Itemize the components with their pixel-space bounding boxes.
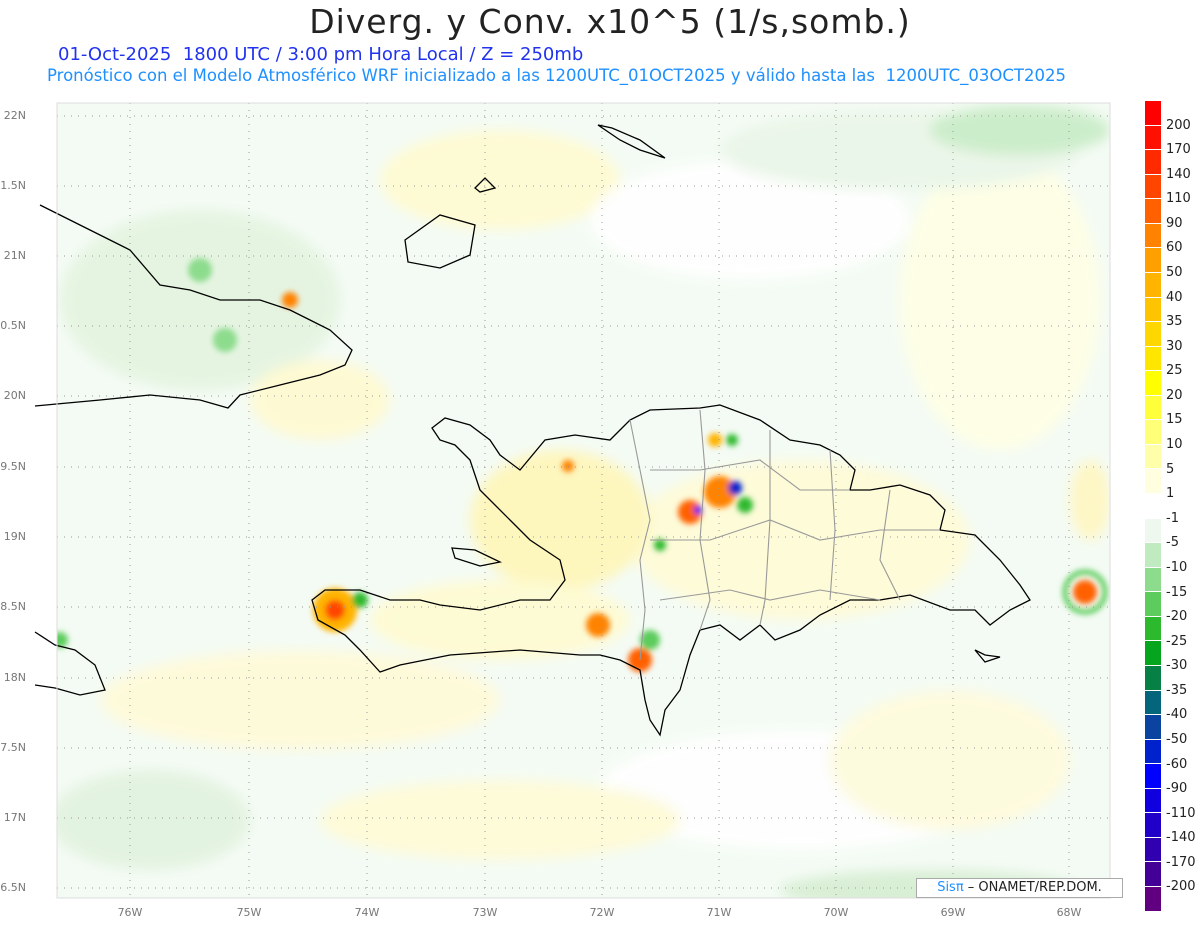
lat-label: 0.5N: [0, 319, 26, 332]
colorbar-swatch: [1145, 494, 1161, 519]
colorbar-label: 140: [1166, 166, 1191, 182]
colorbar-swatch: [1145, 715, 1161, 740]
colorbar-swatch: [1145, 518, 1161, 544]
colorbar-label: -15: [1166, 584, 1188, 600]
colorbar-label: -20: [1166, 609, 1188, 625]
colorbar-label: -25: [1166, 633, 1188, 649]
colorbar-label: 50: [1166, 265, 1183, 281]
colorbar-swatch: [1145, 592, 1161, 617]
colorbar-label: 1: [1166, 486, 1175, 502]
colorbar-label: -1: [1166, 510, 1179, 526]
colorbar-label: -90: [1166, 781, 1188, 797]
colorbar-swatch: [1145, 297, 1161, 323]
colorbar-label: -200: [1166, 879, 1196, 895]
colorbar-swatch: [1145, 420, 1161, 445]
lon-label: 75W: [236, 906, 262, 919]
colorbar-swatch: [1145, 395, 1161, 421]
lat-label: 8.5N: [0, 600, 26, 613]
lat-label: 1.5N: [0, 179, 26, 192]
colorbar-swatch: [1145, 887, 1161, 912]
lon-label: 69W: [940, 906, 966, 919]
colorbar-swatch: [1145, 543, 1161, 568]
colorbar-swatch: [1145, 371, 1161, 396]
lat-label: 17N: [3, 811, 26, 824]
colorbar-swatch: [1145, 837, 1161, 863]
colorbar-swatch: [1145, 101, 1161, 126]
colorbar-swatch: [1145, 813, 1161, 838]
colorbar-label: 5: [1166, 461, 1175, 477]
colorbar-label: -60: [1166, 756, 1188, 772]
colorbar-label: -50: [1166, 731, 1188, 747]
colorbar-label: 25: [1166, 363, 1183, 379]
colorbar-swatch: [1145, 346, 1161, 372]
colorbar: [1145, 101, 1161, 912]
colorbar-swatch: [1145, 272, 1161, 298]
lat-label: 19N: [3, 530, 26, 543]
colorbar-label: 20: [1166, 387, 1183, 403]
lon-label: 72W: [589, 906, 615, 919]
colorbar-label: -30: [1166, 658, 1188, 674]
colorbar-label: -10: [1166, 559, 1188, 575]
colorbar-swatch: [1145, 223, 1161, 249]
chart-title: Diverg. y Conv. x10^5 (1/s,somb.): [309, 2, 911, 41]
colorbar-swatch: [1145, 641, 1161, 666]
colorbar-swatch: [1145, 665, 1161, 691]
colorbar-swatch: [1145, 690, 1161, 716]
colorbar-swatch: [1145, 788, 1161, 814]
colorbar-label: 90: [1166, 215, 1183, 231]
colorbar-label: -40: [1166, 707, 1188, 723]
colorbar-label: 200: [1166, 117, 1191, 133]
colorbar-label: -110: [1166, 805, 1196, 821]
lon-label: 74W: [354, 906, 380, 919]
sispi-logo: Sisπ: [937, 880, 964, 895]
colorbar-label: 10: [1166, 437, 1183, 453]
colorbar-swatch: [1145, 862, 1161, 887]
lat-label: 6.5N: [0, 881, 26, 894]
colorbar-label: 15: [1166, 412, 1183, 428]
lon-label: 76W: [117, 906, 143, 919]
colorbar-swatch: [1145, 125, 1161, 151]
lat-label: 22N: [3, 109, 26, 122]
weather-map: [34, 102, 1111, 899]
lat-label: 18N: [3, 671, 26, 684]
lat-label: 20N: [3, 389, 26, 402]
colorbar-swatch: [1145, 174, 1161, 200]
colorbar-label: 170: [1166, 142, 1191, 158]
colorbar-label: -35: [1166, 682, 1188, 698]
colorbar-swatch: [1145, 567, 1161, 593]
colorbar-swatch: [1145, 469, 1161, 494]
credit-box: Sisπ – ONAMET/REP.DOM.: [916, 878, 1123, 898]
colorbar-label: 30: [1166, 338, 1183, 354]
colorbar-swatch: [1145, 764, 1161, 789]
colorbar-swatch: [1145, 150, 1161, 175]
colorbar-label: 60: [1166, 240, 1183, 256]
colorbar-swatch: [1145, 199, 1161, 224]
colorbar-label: 40: [1166, 289, 1183, 305]
lat-label: 9.5N: [0, 460, 26, 473]
valid-time-subtitle: 01-Oct-2025 1800 UTC / 3:00 pm Hora Loca…: [58, 44, 584, 65]
colorbar-label: 110: [1166, 191, 1191, 207]
colorbar-swatch: [1145, 444, 1161, 470]
model-run-subtitle: Pronóstico con el Modelo Atmosférico WRF…: [47, 66, 1066, 85]
colorbar-swatch: [1145, 739, 1161, 765]
lat-label: 21N: [3, 249, 26, 262]
credit-text: – ONAMET/REP.DOM.: [963, 880, 1102, 895]
lon-label: 70W: [823, 906, 849, 919]
lon-label: 73W: [472, 906, 498, 919]
colorbar-label: -170: [1166, 854, 1196, 870]
lon-label: 71W: [706, 906, 732, 919]
divergence-field: [57, 103, 1110, 898]
colorbar-swatch: [1145, 616, 1161, 642]
colorbar-swatch: [1145, 248, 1161, 273]
colorbar-swatch: [1145, 322, 1161, 347]
colorbar-label: -5: [1166, 535, 1179, 551]
colorbar-label: 35: [1166, 314, 1183, 330]
lat-label: 7.5N: [0, 741, 26, 754]
colorbar-label: -140: [1166, 830, 1196, 846]
lon-label: 68W: [1056, 906, 1082, 919]
